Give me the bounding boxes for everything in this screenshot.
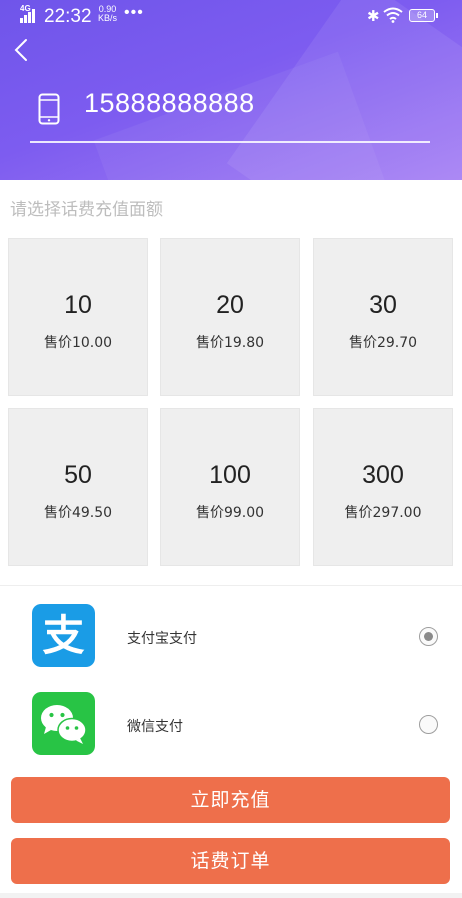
phone-number-input[interactable]: 15888888888 [84, 88, 255, 119]
denomination-option[interactable]: 300 售价297.00 [313, 408, 453, 566]
input-underline [30, 141, 430, 143]
denomination-amount: 100 [209, 461, 251, 489]
denomination-option[interactable]: 10 售价10.00 [8, 238, 148, 396]
denomination-grid: 10 售价10.00 20 售价19.80 30 售价29.70 50 售价49… [8, 238, 454, 568]
bottom-edge [0, 893, 462, 898]
network-speed: 0.90 KB/s [98, 5, 117, 23]
denomination-price: 售价10.00 [43, 335, 113, 351]
denomination-option[interactable]: 30 售价29.70 [313, 238, 453, 396]
phone-bill-orders-button[interactable]: 话费订单 [11, 838, 450, 884]
denomination-amount: 50 [64, 461, 92, 489]
payment-option-alipay[interactable]: 支 支付宝支付 [0, 596, 462, 676]
denomination-section-title: 请选择话费充值面额 [10, 200, 163, 220]
denomination-price: 售价49.50 [43, 505, 113, 521]
speed-unit: KB/s [98, 13, 118, 23]
denomination-price: 售价29.70 [348, 335, 418, 351]
back-chevron-icon[interactable] [10, 36, 36, 64]
recharge-now-button[interactable]: 立即充值 [11, 777, 450, 823]
signal-icon: 4G [20, 4, 38, 23]
payment-radio-unselected[interactable] [419, 715, 438, 734]
status-bar: 4G 22:32 0.90 KB/s ••• ✱ 64 [0, 0, 462, 32]
header-banner: 4G 22:32 0.90 KB/s ••• ✱ 64 15888888888 [0, 0, 462, 180]
status-time: 22:32 [44, 6, 92, 27]
battery-level: 64 [416, 10, 427, 20]
denomination-option[interactable]: 50 售价49.50 [8, 408, 148, 566]
denomination-price: 售价19.80 [195, 335, 265, 351]
mobile-phone-icon [38, 93, 60, 125]
denomination-amount: 30 [369, 291, 397, 319]
bluetooth-icon: ✱ [367, 8, 380, 25]
alipay-logo-glyph: 支 [42, 611, 84, 660]
payment-radio-selected[interactable] [419, 627, 438, 646]
payment-label: 支付宝支付 [127, 631, 197, 647]
wifi-icon [383, 7, 403, 23]
payment-option-wechat[interactable]: 微信支付 [0, 684, 462, 764]
payment-label: 微信支付 [127, 719, 183, 735]
battery-icon: 64 [409, 9, 438, 22]
alipay-logo-icon: 支 [32, 604, 95, 667]
more-notifications-icon: ••• [124, 4, 144, 21]
denomination-price: 售价99.00 [195, 505, 265, 521]
denomination-amount: 10 [64, 291, 92, 319]
denomination-price: 售价297.00 [344, 505, 422, 521]
wechat-logo-icon [32, 692, 95, 755]
section-divider [0, 585, 462, 586]
denomination-amount: 300 [362, 461, 404, 489]
denomination-option[interactable]: 20 售价19.80 [160, 238, 300, 396]
denomination-option[interactable]: 100 售价99.00 [160, 408, 300, 566]
denomination-amount: 20 [216, 291, 244, 319]
